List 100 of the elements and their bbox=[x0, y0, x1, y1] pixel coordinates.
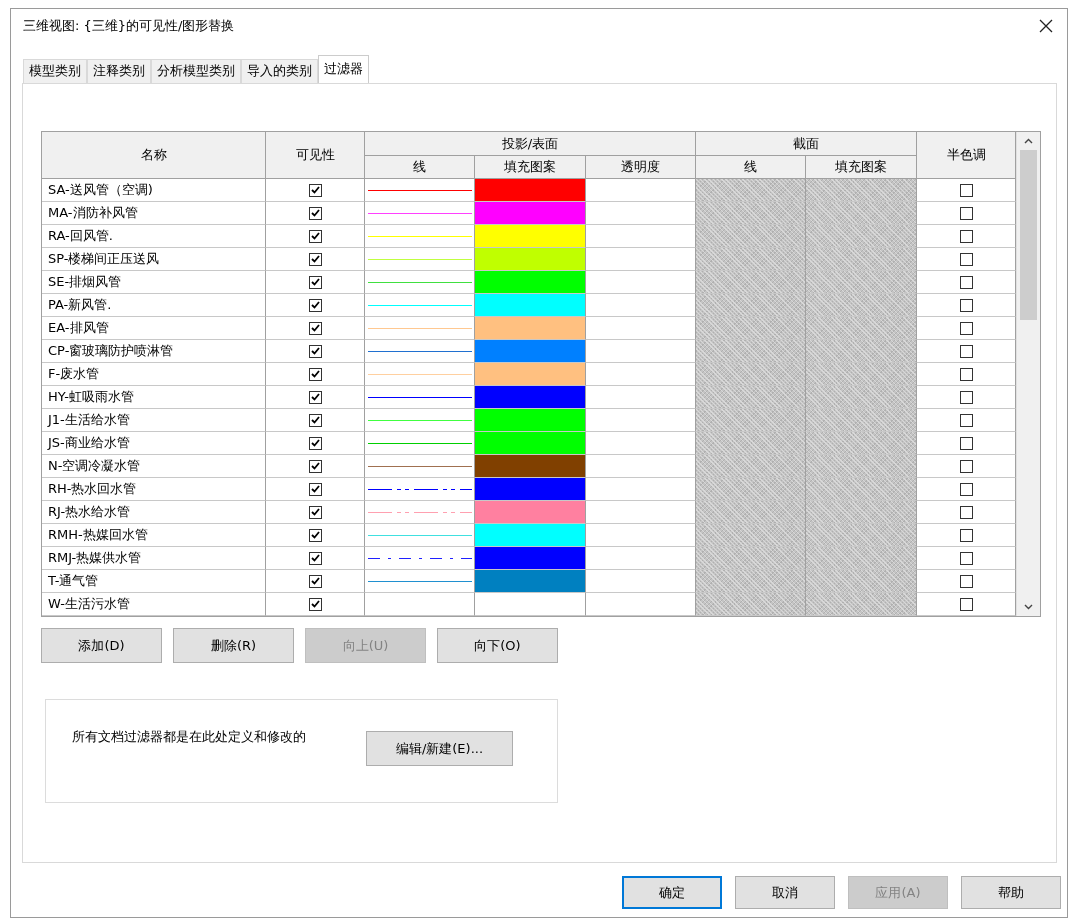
filter-name[interactable]: EA-排风管 bbox=[42, 317, 266, 340]
filter-name[interactable]: SA-送风管（空调) bbox=[42, 179, 266, 202]
line-cell[interactable] bbox=[365, 593, 475, 616]
line-cell[interactable] bbox=[365, 386, 475, 409]
line-cell[interactable] bbox=[365, 202, 475, 225]
line-cell[interactable] bbox=[365, 179, 475, 202]
visibility-checkbox[interactable] bbox=[308, 275, 322, 289]
edit-new-button[interactable]: 编辑/新建(E)... bbox=[366, 731, 513, 766]
halftone-checkbox[interactable] bbox=[959, 574, 973, 588]
halftone-checkbox[interactable] bbox=[959, 183, 973, 197]
tab[interactable]: 过滤器 bbox=[318, 55, 369, 83]
fill-swatch[interactable] bbox=[475, 225, 586, 248]
scrollbar[interactable] bbox=[1016, 132, 1040, 616]
fill-swatch[interactable] bbox=[475, 524, 586, 547]
filter-name[interactable]: RMH-热媒回水管 bbox=[42, 524, 266, 547]
row-action-button[interactable]: 删除(R) bbox=[173, 628, 294, 663]
filter-name[interactable]: RA-回风管. bbox=[42, 225, 266, 248]
visibility-checkbox[interactable] bbox=[308, 482, 322, 496]
visibility-checkbox[interactable] bbox=[308, 436, 322, 450]
halftone-checkbox[interactable] bbox=[959, 482, 973, 496]
halftone-checkbox[interactable] bbox=[959, 436, 973, 450]
halftone-checkbox[interactable] bbox=[959, 597, 973, 611]
line-cell[interactable] bbox=[365, 363, 475, 386]
fill-swatch[interactable] bbox=[475, 202, 586, 225]
visibility-checkbox[interactable] bbox=[308, 298, 322, 312]
fill-swatch[interactable] bbox=[475, 179, 586, 202]
line-cell[interactable] bbox=[365, 501, 475, 524]
filter-name[interactable]: SP-楼梯间正压送风 bbox=[42, 248, 266, 271]
line-cell[interactable] bbox=[365, 248, 475, 271]
halftone-checkbox[interactable] bbox=[959, 459, 973, 473]
visibility-checkbox[interactable] bbox=[308, 413, 322, 427]
filter-name[interactable]: J1-生活给水管 bbox=[42, 409, 266, 432]
filter-name[interactable]: HY-虹吸雨水管 bbox=[42, 386, 266, 409]
fill-swatch[interactable] bbox=[475, 432, 586, 455]
halftone-checkbox[interactable] bbox=[959, 206, 973, 220]
fill-swatch[interactable] bbox=[475, 547, 586, 570]
dialog-button[interactable]: 取消 bbox=[735, 876, 835, 909]
filter-name[interactable]: CP-窗玻璃防护喷淋管 bbox=[42, 340, 266, 363]
line-cell[interactable] bbox=[365, 524, 475, 547]
visibility-checkbox[interactable] bbox=[308, 206, 322, 220]
filter-name[interactable]: W-生活污水管 bbox=[42, 593, 266, 616]
line-cell[interactable] bbox=[365, 478, 475, 501]
scroll-down-icon[interactable] bbox=[1024, 604, 1033, 610]
filter-name[interactable]: RJ-热水给水管 bbox=[42, 501, 266, 524]
halftone-checkbox[interactable] bbox=[959, 413, 973, 427]
halftone-checkbox[interactable] bbox=[959, 321, 973, 335]
visibility-checkbox[interactable] bbox=[308, 551, 322, 565]
visibility-checkbox[interactable] bbox=[308, 229, 322, 243]
visibility-checkbox[interactable] bbox=[308, 574, 322, 588]
visibility-checkbox[interactable] bbox=[308, 459, 322, 473]
halftone-checkbox[interactable] bbox=[959, 390, 973, 404]
filter-name[interactable]: PA-新风管. bbox=[42, 294, 266, 317]
visibility-checkbox[interactable] bbox=[308, 321, 322, 335]
tab[interactable]: 模型类别 bbox=[23, 59, 87, 83]
dialog-button[interactable]: 确定 bbox=[622, 876, 722, 909]
row-action-button[interactable]: 向下(O) bbox=[437, 628, 558, 663]
visibility-checkbox[interactable] bbox=[308, 367, 322, 381]
row-action-button[interactable]: 添加(D) bbox=[41, 628, 162, 663]
tab[interactable]: 分析模型类别 bbox=[151, 59, 241, 83]
fill-swatch[interactable] bbox=[475, 478, 586, 501]
line-cell[interactable] bbox=[365, 570, 475, 593]
fill-swatch[interactable] bbox=[475, 386, 586, 409]
visibility-checkbox[interactable] bbox=[308, 252, 322, 266]
halftone-checkbox[interactable] bbox=[959, 528, 973, 542]
halftone-checkbox[interactable] bbox=[959, 252, 973, 266]
filter-name[interactable]: MA-消防补风管 bbox=[42, 202, 266, 225]
dialog-button[interactable]: 帮助 bbox=[961, 876, 1061, 909]
filter-name[interactable]: SE-排烟风管 bbox=[42, 271, 266, 294]
line-cell[interactable] bbox=[365, 409, 475, 432]
fill-swatch[interactable] bbox=[475, 340, 586, 363]
fill-swatch[interactable] bbox=[475, 294, 586, 317]
halftone-checkbox[interactable] bbox=[959, 505, 973, 519]
filter-name[interactable]: RMJ-热媒供水管 bbox=[42, 547, 266, 570]
scroll-thumb[interactable] bbox=[1020, 150, 1037, 320]
visibility-checkbox[interactable] bbox=[308, 597, 322, 611]
fill-swatch[interactable] bbox=[475, 501, 586, 524]
halftone-checkbox[interactable] bbox=[959, 344, 973, 358]
visibility-checkbox[interactable] bbox=[308, 505, 322, 519]
fill-swatch[interactable] bbox=[475, 455, 586, 478]
visibility-checkbox[interactable] bbox=[308, 390, 322, 404]
visibility-checkbox[interactable] bbox=[308, 183, 322, 197]
filter-name[interactable]: F-废水管 bbox=[42, 363, 266, 386]
scroll-up-icon[interactable] bbox=[1024, 138, 1033, 144]
fill-swatch[interactable] bbox=[475, 248, 586, 271]
halftone-checkbox[interactable] bbox=[959, 298, 973, 312]
fill-swatch[interactable] bbox=[475, 271, 586, 294]
line-cell[interactable] bbox=[365, 317, 475, 340]
halftone-checkbox[interactable] bbox=[959, 367, 973, 381]
line-cell[interactable] bbox=[365, 294, 475, 317]
line-cell[interactable] bbox=[365, 340, 475, 363]
fill-swatch[interactable] bbox=[475, 409, 586, 432]
fill-swatch[interactable] bbox=[475, 570, 586, 593]
fill-swatch[interactable] bbox=[475, 317, 586, 340]
line-cell[interactable] bbox=[365, 271, 475, 294]
line-cell[interactable] bbox=[365, 225, 475, 248]
visibility-checkbox[interactable] bbox=[308, 344, 322, 358]
filter-name[interactable]: RH-热水回水管 bbox=[42, 478, 266, 501]
halftone-checkbox[interactable] bbox=[959, 229, 973, 243]
halftone-checkbox[interactable] bbox=[959, 275, 973, 289]
line-cell[interactable] bbox=[365, 432, 475, 455]
